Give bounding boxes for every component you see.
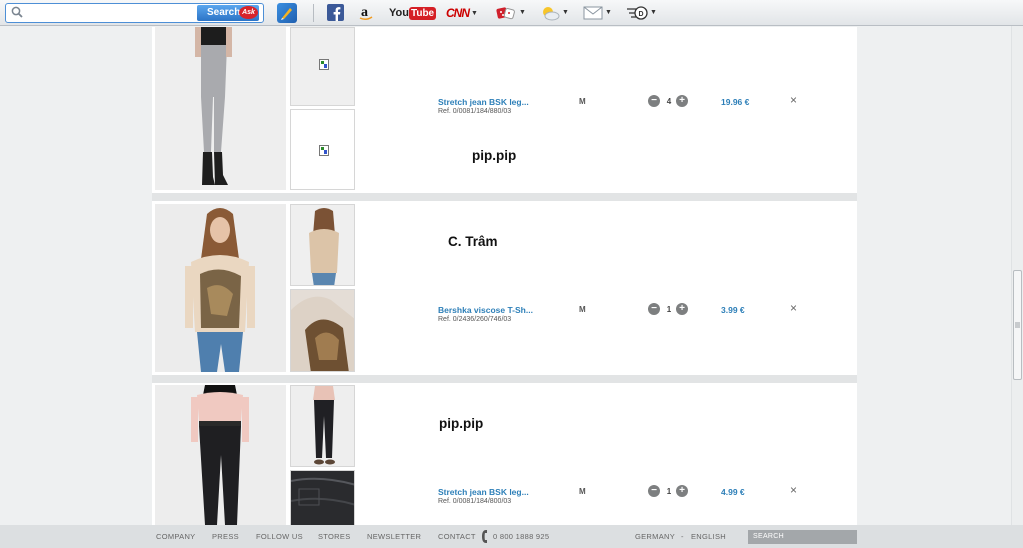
chevron-down-icon: ▼ [650, 9, 657, 17]
decrease-quantity-button[interactable]: − [648, 485, 660, 497]
footer-link-press[interactable]: PRESS [212, 532, 239, 541]
decrease-quantity-button[interactable]: − [648, 303, 660, 315]
footer-link-stores[interactable]: STORES [318, 532, 351, 541]
chevron-down-icon: ▼ [471, 10, 478, 18]
chevron-down-icon: ▼ [605, 9, 612, 17]
chevron-down-icon: ▼ [519, 9, 526, 17]
product-name-link[interactable]: Stretch jean BSK leg... [438, 97, 529, 107]
youtube-icon[interactable]: YouTube▼ [389, 4, 437, 34]
youtube-tube-text: Tube [408, 7, 437, 20]
youtube-you-text: You [389, 7, 409, 19]
footer-link-contact[interactable]: CONTACT [438, 532, 476, 541]
speed-dial-icon[interactable]: D ▼ [626, 4, 660, 22]
amazon-icon[interactable]: a [359, 4, 373, 22]
cnn-text: CNN [446, 6, 470, 20]
scrollbar-thumb[interactable] [1013, 270, 1022, 380]
site-footer: COMPANY PRESS FOLLOW US STORES NEWSLETTE… [0, 525, 1023, 548]
product-name-link[interactable]: Stretch jean BSK leg... [438, 487, 529, 497]
overlay-watermark-text: pip.pip [439, 416, 484, 431]
weather-icon[interactable]: ▼ [540, 4, 570, 22]
footer-phone-number: 0 800 1888 925 [493, 532, 550, 541]
remove-item-button[interactable]: × [790, 94, 797, 106]
page-scrollbar[interactable] [1011, 26, 1023, 548]
broken-image-icon [319, 145, 329, 156]
increase-quantity-button[interactable]: + [676, 95, 688, 107]
toolbar-search-box[interactable]: Search Ask [5, 3, 264, 23]
product-photo[interactable] [155, 385, 286, 525]
cart-item-row: C. Trâm Bershka viscose T-Sh... Ref. 0/2… [152, 201, 857, 375]
phone-icon [482, 530, 487, 543]
product-size: M [579, 305, 586, 314]
increase-quantity-button[interactable]: + [676, 303, 688, 315]
ask-logo-icon: Ask [239, 6, 258, 19]
product-photo[interactable] [155, 27, 286, 190]
row-divider [152, 193, 857, 201]
product-thumbnail[interactable] [290, 385, 355, 467]
footer-language-selector[interactable]: ENGLISH [691, 532, 726, 541]
games-dice-icon[interactable]: ▼ [495, 4, 527, 22]
facebook-icon[interactable] [327, 4, 344, 21]
grip-icon [1015, 322, 1020, 328]
quantity-value: 1 [666, 487, 672, 496]
toolbar-search-input[interactable] [26, 5, 196, 21]
decrease-quantity-button[interactable]: − [648, 95, 660, 107]
footer-link-newsletter[interactable]: NEWSLETTER [367, 532, 421, 541]
toolbar-search-button[interactable]: Search Ask [197, 5, 259, 21]
quantity-value: 1 [666, 305, 672, 314]
search-button-label: Search [207, 7, 241, 18]
product-ref: Ref. 0/2436/260/746/03 [438, 316, 512, 323]
footer-link-follow-us[interactable]: FOLLOW US [256, 532, 303, 541]
product-name-link[interactable]: Bershka viscose T-Sh... [438, 305, 533, 315]
search-icon [11, 6, 23, 18]
chevron-down-icon: ▼ [562, 9, 569, 17]
product-price: 4.99 € [721, 487, 745, 497]
product-photo[interactable] [155, 204, 286, 372]
quantity-value: 4 [666, 97, 672, 106]
svg-text:D: D [639, 11, 644, 18]
svg-text:a: a [361, 5, 368, 20]
shopping-cart-list: Stretch jean BSK leg... Ref. 0/0081/184/… [152, 27, 857, 525]
product-thumbnail[interactable] [290, 109, 355, 190]
product-thumbnail[interactable] [290, 289, 355, 372]
product-thumbnail[interactable] [290, 27, 355, 106]
product-size: M [579, 97, 586, 106]
remove-item-button[interactable]: × [790, 302, 797, 314]
product-size: M [579, 487, 586, 496]
increase-quantity-button[interactable]: + [676, 485, 688, 497]
row-divider [152, 375, 857, 383]
toolbar-separator [313, 4, 314, 22]
highlighter-icon[interactable] [277, 3, 297, 23]
footer-search-input[interactable]: SEARCH [748, 530, 857, 544]
footer-country-selector[interactable]: GERMANY [635, 532, 675, 541]
remove-item-button[interactable]: × [790, 484, 797, 496]
broken-image-icon [319, 59, 329, 70]
product-price: 19.96 € [721, 97, 750, 107]
product-price: 3.99 € [721, 305, 745, 315]
footer-link-company[interactable]: COMPANY [156, 532, 195, 541]
overlay-watermark-text: C. Trâm [448, 234, 498, 249]
product-ref: Ref. 0/0081/184/800/03 [438, 498, 512, 505]
footer-separator: - [681, 532, 684, 541]
browser-toolbar: Search Ask a YouTube▼ CNN▼ ▼ ▼ [0, 0, 1023, 34]
cnn-icon[interactable]: CNN ▼ [446, 4, 482, 22]
overlay-watermark-text: pip.pip [472, 148, 517, 163]
product-thumbnail[interactable] [290, 470, 355, 525]
cart-item-row: pip.pip Stretch jean BSK leg... Ref. 0/0… [152, 383, 857, 525]
mail-icon[interactable]: ▼ [583, 4, 615, 22]
product-thumbnail[interactable] [290, 204, 355, 286]
cart-item-row: Stretch jean BSK leg... Ref. 0/0081/184/… [152, 27, 857, 193]
product-ref: Ref. 0/0081/184/880/03 [438, 108, 512, 115]
